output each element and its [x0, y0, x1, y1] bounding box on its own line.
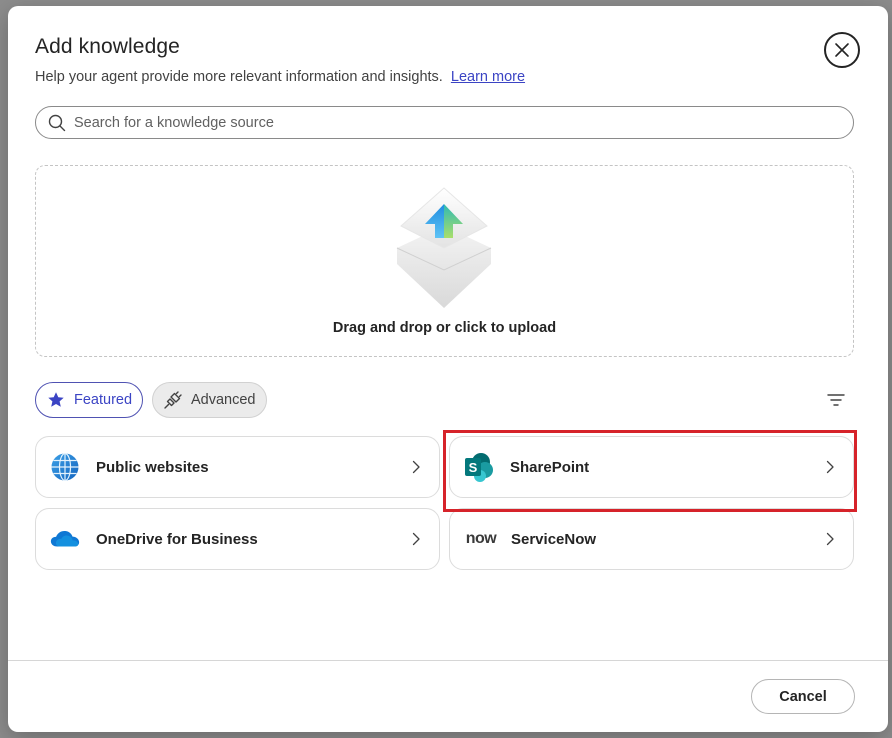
upload-dropzone[interactable]: Drag and drop or click to upload	[35, 165, 854, 357]
source-label: Public websites	[96, 458, 209, 476]
globe-icon	[49, 451, 81, 483]
source-label: ServiceNow	[511, 530, 597, 548]
search-box[interactable]	[35, 106, 854, 139]
chevron-right-icon	[825, 460, 835, 474]
cancel-button[interactable]: Cancel	[751, 679, 855, 714]
search-icon	[48, 114, 66, 131]
servicenow-logo-text: now	[465, 530, 497, 547]
dialog-subtitle-text: Help your agent provide more relevant in…	[35, 69, 443, 85]
star-icon	[46, 390, 66, 410]
advanced-filter-pill[interactable]: Advanced	[152, 382, 267, 418]
source-card-sharepoint[interactable]: S SharePoint	[449, 436, 854, 498]
source-card-onedrive[interactable]: OneDrive for Business	[35, 508, 440, 570]
upload-icon	[396, 187, 492, 308]
learn-more-link[interactable]: Learn more	[451, 69, 525, 85]
chevron-right-icon	[411, 460, 421, 474]
footer-divider	[8, 660, 888, 661]
servicenow-icon: now	[462, 523, 500, 555]
close-icon	[835, 43, 849, 57]
dialog-title: Add knowledge	[35, 35, 180, 58]
source-label: OneDrive for Business	[96, 530, 258, 548]
source-label: SharePoint	[510, 458, 590, 476]
sharepoint-icon: S	[463, 451, 495, 483]
featured-filter-label: Featured	[74, 392, 133, 408]
filter-button[interactable]	[826, 392, 846, 408]
add-knowledge-dialog: Add knowledge Help your agent provide mo…	[8, 6, 888, 732]
upload-label: Drag and drop or click to upload	[332, 320, 557, 336]
featured-filter-pill[interactable]: Featured	[35, 382, 143, 418]
search-input[interactable]	[74, 114, 834, 131]
source-card-public-websites[interactable]: Public websites	[35, 436, 440, 498]
close-button[interactable]	[824, 32, 860, 68]
chevron-right-icon	[825, 532, 835, 546]
onedrive-icon	[49, 523, 81, 555]
advanced-filter-label: Advanced	[191, 392, 256, 408]
source-card-servicenow[interactable]: now ServiceNow	[449, 508, 854, 570]
filter-icon	[827, 394, 845, 406]
chevron-right-icon	[411, 532, 421, 546]
dialog-subtitle: Help your agent provide more relevant in…	[35, 69, 525, 85]
svg-text:S: S	[469, 460, 478, 475]
plug-connection-icon	[163, 390, 183, 410]
